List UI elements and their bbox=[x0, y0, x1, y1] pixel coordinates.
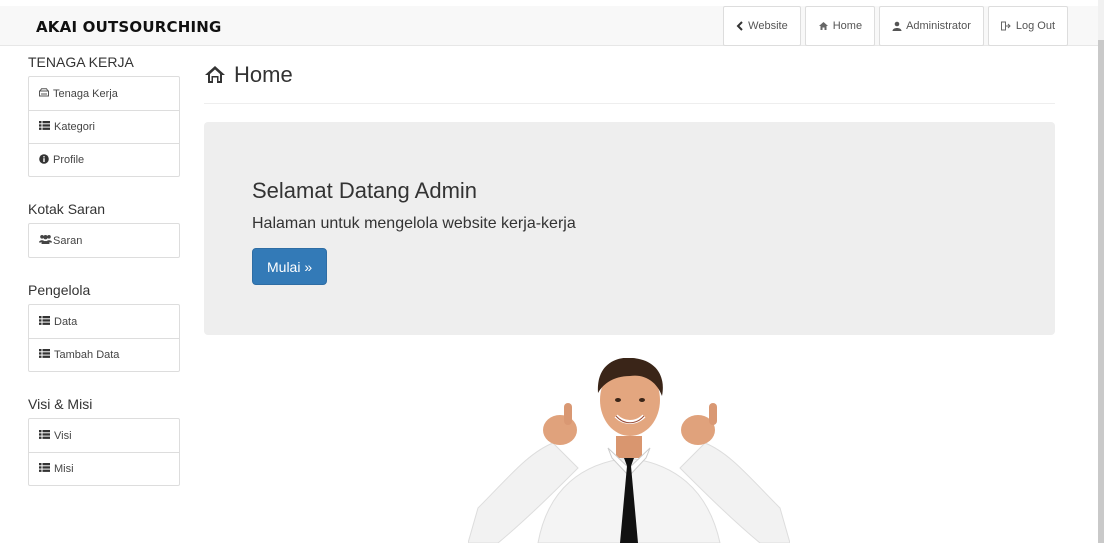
brand-logo[interactable]: AKAI OUTSOURCHING bbox=[36, 18, 222, 36]
sidebar-item-tambah-data[interactable]: Tambah Data bbox=[29, 338, 179, 371]
sidebar-item-label: Tenaga Kerja bbox=[53, 87, 118, 100]
list-icon bbox=[39, 315, 50, 328]
sidebar-item-label: Tambah Data bbox=[54, 349, 120, 361]
sidebar-item-tenaga-kerja[interactable]: Tenaga Kerja bbox=[29, 77, 179, 110]
page-scrollbar[interactable] bbox=[1098, 0, 1104, 543]
page-title: Home bbox=[234, 62, 293, 87]
pengelola-list: Data Tambah Data bbox=[28, 304, 180, 372]
list-icon bbox=[39, 463, 50, 475]
sidebar-item-label: Saran bbox=[53, 234, 83, 247]
website-button[interactable]: Website bbox=[723, 6, 801, 46]
mulai-button[interactable]: Mulai » bbox=[252, 248, 328, 285]
thumbs-up-person-image bbox=[468, 358, 790, 543]
website-label: Website bbox=[748, 20, 788, 32]
kotak-saran-list: Saran bbox=[28, 223, 180, 258]
section-title-tenaga-kerja: TENAGA KERJA bbox=[28, 54, 134, 70]
list-icon bbox=[39, 349, 50, 361]
info-icon bbox=[39, 153, 49, 167]
logout-icon bbox=[1000, 21, 1012, 31]
administrator-label: Administrator bbox=[906, 20, 971, 32]
sidebar-item-label: Misi bbox=[54, 463, 74, 475]
section-title-kotak-saran: Kotak Saran bbox=[28, 201, 106, 217]
section-title-visi-misi: Visi & Misi bbox=[28, 396, 93, 412]
sidebar-item-kategori[interactable]: Kategori bbox=[29, 110, 179, 143]
sidebar-item-profile[interactable]: Profile bbox=[29, 143, 179, 176]
sidebar-item-data[interactable]: Data bbox=[29, 305, 179, 338]
home-button[interactable]: Home bbox=[804, 6, 876, 46]
logout-button[interactable]: Log Out bbox=[987, 6, 1068, 46]
section-title-pengelola: Pengelola bbox=[28, 282, 91, 298]
page-header: Home bbox=[204, 62, 1055, 104]
sidebar-item-saran[interactable]: Saran bbox=[29, 224, 179, 257]
sidebar: TENAGA KERJA Tenaga Kerja Kategori Profi… bbox=[28, 52, 180, 486]
home-icon bbox=[204, 65, 226, 89]
chevron-left-icon bbox=[736, 21, 744, 31]
hdd-icon bbox=[39, 87, 49, 100]
top-navbar: AKAI OUTSOURCHING Website Home Administr… bbox=[0, 6, 1098, 46]
nav-buttons: Website Home Administrator Log Out bbox=[719, 6, 1068, 46]
welcome-text: Halaman untuk mengelola website kerja-ke… bbox=[252, 215, 576, 232]
tenaga-kerja-list: Tenaga Kerja Kategori Profile bbox=[28, 76, 180, 177]
welcome-jumbotron: Selamat Datang Admin Halaman untuk menge… bbox=[204, 122, 1055, 335]
users-icon bbox=[39, 234, 52, 247]
sidebar-item-visi[interactable]: Visi bbox=[29, 419, 179, 452]
sidebar-item-misi[interactable]: Misi bbox=[29, 452, 179, 485]
sidebar-item-label: Data bbox=[54, 315, 78, 328]
list-icon bbox=[39, 121, 50, 133]
sidebar-item-label: Profile bbox=[53, 154, 85, 166]
home-label: Home bbox=[832, 20, 863, 32]
scrollbar-thumb[interactable] bbox=[1098, 40, 1104, 543]
welcome-heading: Selamat Datang Admin bbox=[252, 178, 478, 203]
list-icon bbox=[39, 429, 50, 442]
administrator-button[interactable]: Administrator bbox=[879, 6, 984, 46]
home-icon bbox=[818, 21, 829, 31]
sidebar-item-label: Visi bbox=[54, 429, 72, 442]
logout-label: Log Out bbox=[1015, 20, 1055, 32]
sidebar-item-label: Kategori bbox=[54, 121, 95, 133]
user-icon bbox=[892, 21, 902, 31]
visi-misi-list: Visi Misi bbox=[28, 418, 180, 486]
